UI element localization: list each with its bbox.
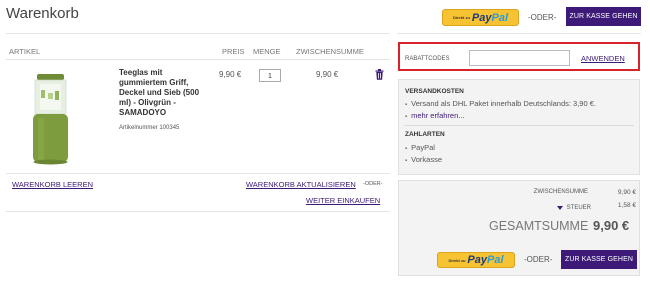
column-header-menge: MENGE (253, 47, 281, 56)
column-header-zwischensumme: ZWISCHENSUMME (296, 47, 364, 56)
shipping-more-link[interactable]: mehr erfahren... (405, 111, 464, 120)
tax-label: STEUER (566, 205, 591, 211)
trash-icon[interactable] (375, 67, 384, 80)
product-article-number: Artikelnummer 100345 (119, 125, 180, 131)
page-title: Warenkorb (6, 5, 79, 22)
row-divider (6, 173, 390, 174)
payment-heading: ZAHLARTEN (405, 131, 445, 138)
subtotal-label: ZWISCHENSUMME (533, 189, 588, 195)
tax-toggle[interactable]: STEUER (539, 204, 591, 212)
paypal-checkout-button-top[interactable]: Direkt zu PayPal (442, 9, 519, 26)
paypal-direct-label-bottom: Direkt zu (448, 257, 466, 263)
or-separator-top: -ODER- (528, 13, 557, 22)
tax-value: 1,58 € (617, 202, 636, 209)
quantity-input[interactable]: 1 (259, 69, 281, 82)
payment-method-paypal: PayPal (405, 143, 435, 152)
header-divider (6, 59, 390, 60)
continue-shopping-link[interactable]: WEITER EINKAUFEN (306, 196, 380, 205)
actions-divider (6, 211, 390, 212)
product-image[interactable] (28, 70, 73, 166)
or-separator-actions: -ODER- (363, 181, 383, 187)
paypal-logo: PayPal (471, 11, 508, 24)
sidebar-top-divider (397, 33, 641, 34)
paypal-logo-bottom: PayPal (467, 254, 504, 266)
grand-total-value: 9,90 € (593, 218, 630, 233)
product-subtotal: 9,90 € (316, 70, 339, 79)
or-separator-bottom: -ODER- (524, 255, 553, 264)
product-name[interactable]: Teeglas mit gummiertem Griff, Deckel und… (119, 68, 211, 118)
column-header-artikel: ARTIKEL (9, 47, 41, 56)
info-divider (404, 125, 634, 126)
paypal-direct-label: Direkt zu (453, 15, 470, 20)
payment-method-vorkasse: Vorkasse (405, 155, 442, 164)
shipping-info: Versand als DHL Paket innerhalb Deutschl… (405, 99, 596, 108)
checkout-button-top[interactable]: ZUR KASSE GEHEN (566, 7, 641, 26)
checkout-button-bottom[interactable]: ZUR KASSE GEHEN (561, 250, 637, 269)
title-divider (6, 33, 390, 34)
shipping-heading: VERSANDKOSTEN (405, 88, 464, 95)
grand-total-label: GESAMTSUMME (489, 219, 589, 233)
coupon-input[interactable] (469, 50, 570, 66)
chevron-down-icon (556, 206, 563, 210)
column-header-preis: PREIS (222, 47, 245, 56)
product-price: 9,90 € (219, 70, 242, 79)
apply-coupon-link[interactable]: ANWENDEN (581, 54, 625, 63)
subtotal-value: 9,90 € (617, 189, 636, 196)
paypal-checkout-button-bottom[interactable]: Direkt zu PayPal (437, 252, 515, 268)
empty-cart-link[interactable]: WARENKORB LEEREN (12, 180, 93, 189)
update-cart-link[interactable]: WARENKORB AKTUALISIEREN (246, 180, 356, 189)
coupon-label: RABATTCODES (405, 56, 450, 62)
